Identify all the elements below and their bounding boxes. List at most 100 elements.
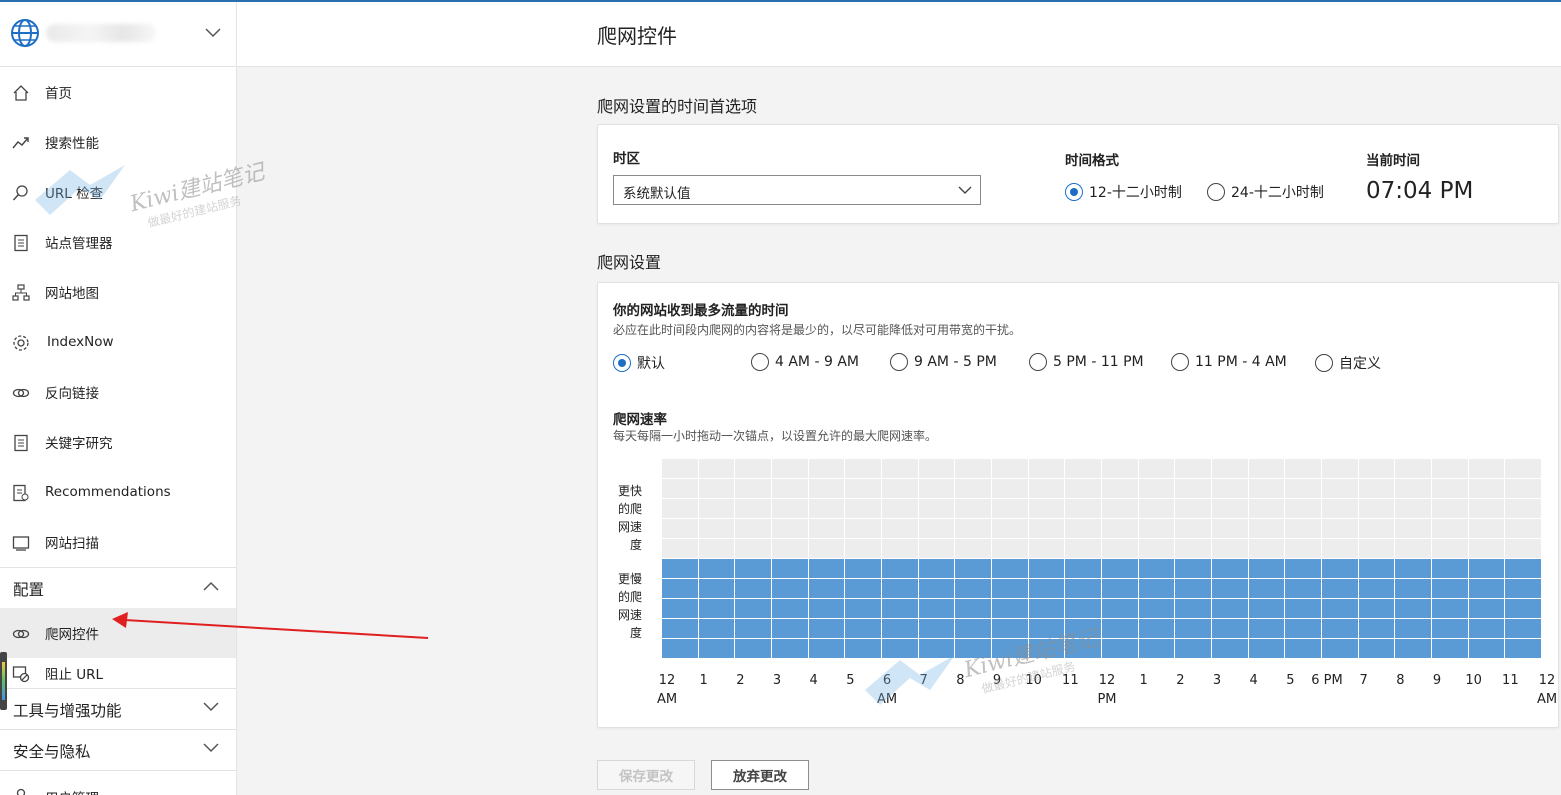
rate-cell-active[interactable] [1358,559,1396,579]
rate-cell-active[interactable] [1065,639,1102,659]
rate-cell-active[interactable] [955,579,992,599]
rate-cell-active[interactable] [1432,559,1469,579]
rate-cell-active[interactable] [1102,599,1139,619]
rate-cell-inactive[interactable] [735,519,772,539]
rate-cell-inactive[interactable] [1102,499,1139,519]
rate-cell-inactive[interactable] [1248,459,1286,479]
rate-cell-inactive[interactable] [1505,459,1542,479]
rate-cell-inactive[interactable] [1468,519,1506,539]
rate-cell-active[interactable] [1505,559,1542,579]
rate-cell-active[interactable] [1175,579,1212,599]
rate-cell-active[interactable] [735,579,772,599]
rate-cell-inactive[interactable] [1138,499,1176,519]
rate-cell-active[interactable] [1248,639,1286,659]
rate-cell-active[interactable] [882,599,919,619]
rate-cell-inactive[interactable] [698,459,736,479]
rate-cell-active[interactable] [1175,559,1212,579]
rate-cell-inactive[interactable] [1138,519,1176,539]
rate-cell-inactive[interactable] [1028,459,1066,479]
rate-cell-inactive[interactable] [1212,539,1249,559]
rate-cell-active[interactable] [772,639,809,659]
rate-cell-active[interactable] [698,599,736,619]
rate-cell-active[interactable] [1102,579,1139,599]
rate-cell-active[interactable] [1358,599,1396,619]
rate-cell-active[interactable] [1028,599,1066,619]
rate-cell-inactive[interactable] [772,499,809,519]
sidebar-item-5[interactable]: 网站地图 [0,267,236,317]
rate-cell-inactive[interactable] [808,519,846,539]
rate-cell-active[interactable] [662,619,699,639]
rate-cell-active[interactable] [1065,599,1102,619]
rate-cell-inactive[interactable] [772,459,809,479]
rate-cell-inactive[interactable] [1248,479,1286,499]
rate-cell-inactive[interactable] [1432,499,1469,519]
rate-cell-active[interactable] [1102,619,1139,639]
format-12h-radio[interactable]: 12-十二小时制 [1065,182,1182,202]
rate-cell-active[interactable] [845,639,882,659]
rate-cell-active[interactable] [698,639,736,659]
rate-cell-inactive[interactable] [1248,519,1286,539]
rate-cell-inactive[interactable] [1102,519,1139,539]
rate-cell-inactive[interactable] [845,519,882,539]
rate-cell-active[interactable] [698,619,736,639]
rate-cell-active[interactable] [808,619,846,639]
rate-cell-active[interactable] [1432,599,1469,619]
rate-cell-active[interactable] [1212,579,1249,599]
rate-cell-inactive[interactable] [1138,479,1176,499]
rate-cell-active[interactable] [1468,599,1506,619]
rate-cell-inactive[interactable] [1065,459,1102,479]
rate-cell-active[interactable] [1065,559,1102,579]
rate-cell-active[interactable] [955,599,992,619]
rate-cell-inactive[interactable] [1395,499,1432,519]
rate-cell-inactive[interactable] [992,459,1029,479]
rate-cell-inactive[interactable] [1322,459,1359,479]
rate-cell-inactive[interactable] [662,519,699,539]
rate-cell-active[interactable] [1138,579,1176,599]
traffic-option-radio[interactable]: 4 AM - 9 AM [751,353,859,371]
rate-cell-active[interactable] [1248,619,1286,639]
sidebar-item-10[interactable]: 网站扫描 [0,517,236,567]
rate-cell-inactive[interactable] [882,539,919,559]
rate-cell-inactive[interactable] [992,539,1029,559]
rate-cell-inactive[interactable] [662,499,699,519]
rate-cell-active[interactable] [1285,599,1322,619]
rate-cell-active[interactable] [882,619,919,639]
rate-cell-inactive[interactable] [1065,479,1102,499]
rate-cell-active[interactable] [955,639,992,659]
rate-cell-active[interactable] [1028,619,1066,639]
rate-cell-inactive[interactable] [1395,479,1432,499]
rate-cell-inactive[interactable] [1028,479,1066,499]
rate-cell-active[interactable] [1322,579,1359,599]
rate-cell-active[interactable] [772,559,809,579]
sidebar-item-3[interactable]: URL 检查 [0,167,236,217]
rate-cell-active[interactable] [1395,619,1432,639]
rate-cell-active[interactable] [1138,599,1176,619]
rate-cell-inactive[interactable] [1285,459,1322,479]
rate-cell-active[interactable] [1432,579,1469,599]
rate-cell-active[interactable] [882,579,919,599]
format-24h-radio[interactable]: 24-十二小时制 [1207,182,1324,202]
rate-cell-inactive[interactable] [772,539,809,559]
rate-cell-inactive[interactable] [955,499,992,519]
rate-cell-active[interactable] [882,559,919,579]
rate-cell-active[interactable] [1212,599,1249,619]
sidebar-item-7[interactable]: 反向链接 [0,367,236,417]
rate-cell-active[interactable] [808,639,846,659]
rate-cell-inactive[interactable] [1248,499,1286,519]
rate-cell-inactive[interactable] [1028,519,1066,539]
rate-cell-active[interactable] [1432,619,1469,639]
rate-cell-active[interactable] [1138,559,1176,579]
traffic-option-radio[interactable]: 5 PM - 11 PM [1029,353,1144,371]
rate-cell-inactive[interactable] [1505,479,1542,499]
rate-cell-inactive[interactable] [808,479,846,499]
rate-cell-active[interactable] [698,579,736,599]
sidebar-item-user-management[interactable]: 用户管理 [0,770,236,795]
rate-cell-inactive[interactable] [918,539,956,559]
rate-cell-inactive[interactable] [918,499,956,519]
rate-cell-inactive[interactable] [1285,539,1322,559]
rate-cell-inactive[interactable] [1432,519,1469,539]
rate-cell-active[interactable] [808,559,846,579]
rate-cell-inactive[interactable] [1395,519,1432,539]
rate-cell-inactive[interactable] [1468,539,1506,559]
rate-cell-inactive[interactable] [955,539,992,559]
